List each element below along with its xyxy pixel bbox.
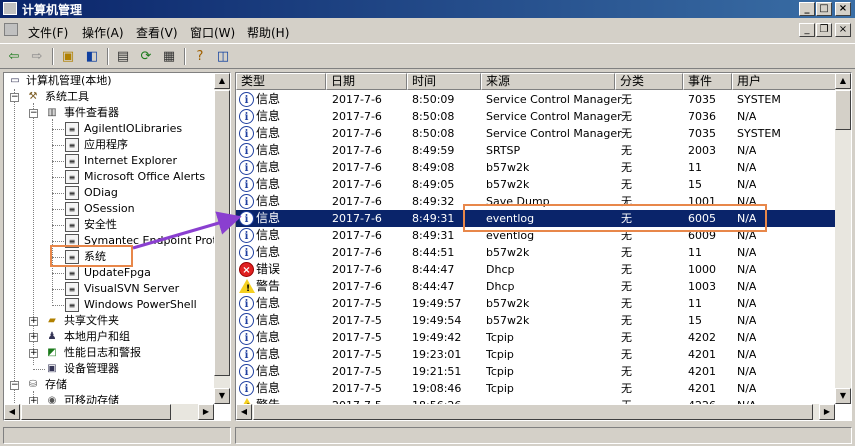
status-panel	[3, 427, 231, 444]
status-panel	[235, 427, 852, 444]
annotation-arrow	[132, 211, 242, 250]
status-bar	[0, 424, 855, 446]
arrow-line	[132, 211, 242, 250]
